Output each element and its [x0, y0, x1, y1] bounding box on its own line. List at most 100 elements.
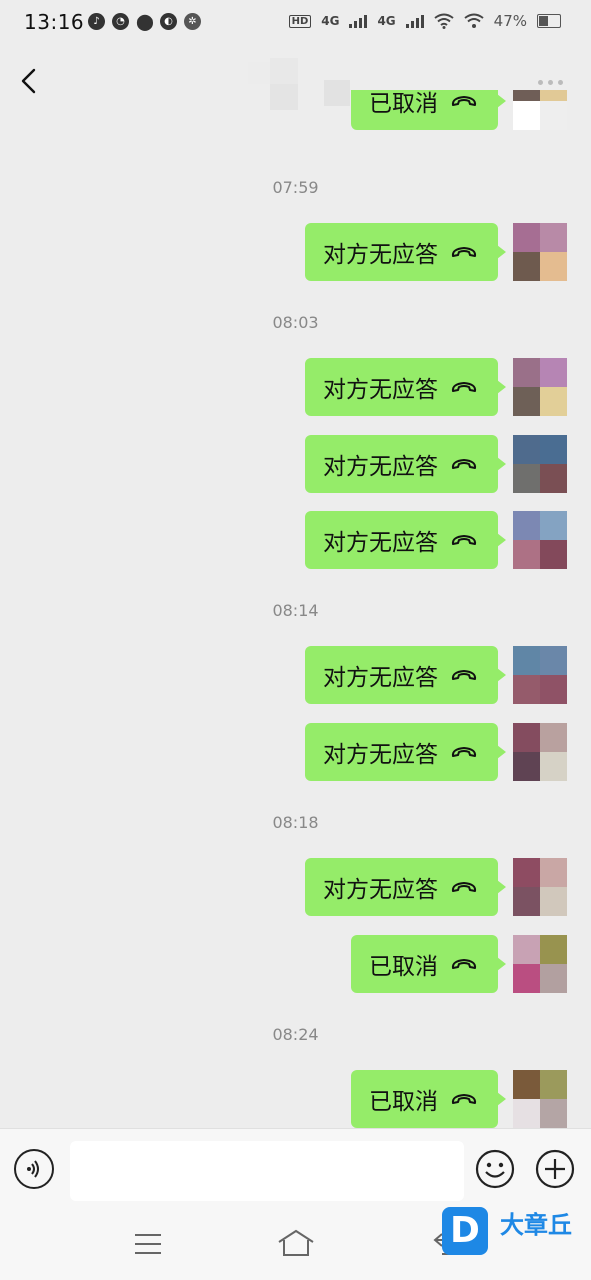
- status-time: 13:16: [24, 10, 85, 34]
- avatar-pixel: [540, 1099, 567, 1128]
- avatar-pixel: [513, 858, 540, 887]
- avatar-pixel: [540, 252, 567, 281]
- hang-up-phone-icon: [451, 882, 477, 892]
- avatar-pixel: [540, 964, 567, 993]
- avatar-pixel: [540, 1070, 567, 1099]
- avatar[interactable]: [513, 723, 567, 781]
- call-record-bubble[interactable]: 对方无应答: [305, 646, 506, 704]
- avatar-pixel: [540, 858, 567, 887]
- call-status-text: 对方无应答: [323, 742, 438, 768]
- hang-up-phone-icon: [451, 459, 477, 469]
- avatar[interactable]: [513, 435, 567, 493]
- battery-percent: 47%: [493, 12, 527, 30]
- avatar-pixel: [513, 646, 540, 675]
- avatar[interactable]: [513, 646, 567, 704]
- avatar-pixel: [513, 675, 540, 704]
- settings-notification-icon: ✲: [184, 13, 201, 30]
- avatar-pixel: [513, 1099, 540, 1128]
- call-record-bubble[interactable]: 对方无应答: [305, 435, 506, 493]
- avatar-pixel: [513, 358, 540, 387]
- avatar-pixel: [513, 435, 540, 464]
- signal-icon-2: [405, 14, 424, 28]
- avatar-pixel: [540, 223, 567, 252]
- avatar-pixel: [540, 435, 567, 464]
- call-status-text: 对方无应答: [323, 877, 438, 903]
- battery-icon: [537, 14, 561, 28]
- call-record-bubble[interactable]: 对方无应答: [305, 223, 506, 281]
- avatar-pixel: [513, 540, 540, 569]
- call-status-text: 已取消: [369, 1089, 438, 1115]
- watermark-logo: D 大章丘: [440, 1205, 590, 1263]
- network-label-2: 4G: [377, 14, 396, 28]
- chat-message-list[interactable]: 已取消 07:59 对方无应答 08:03 对方无应答 对方无应答 对方无应答 08:14 对方…: [0, 90, 591, 1128]
- avatar-pixel: [513, 964, 540, 993]
- wifi-icon-2: [464, 13, 484, 28]
- hang-up-phone-icon: [451, 247, 477, 257]
- avatar-pixel: [540, 723, 567, 752]
- status-bar: 13:16 ♪ ◔ ⬤ ◐ ✲ HD 4G 4G 47%: [0, 0, 591, 44]
- voice-input-button[interactable]: [14, 1149, 54, 1189]
- avatar-pixel: [513, 223, 540, 252]
- avatar-pixel: [540, 935, 567, 964]
- avatar-pixel: [540, 887, 567, 916]
- avatar-pixel: [513, 252, 540, 281]
- avatar-pixel: [513, 1070, 540, 1099]
- timestamp: 08:14: [272, 601, 319, 620]
- avatar[interactable]: [513, 935, 567, 993]
- home-icon[interactable]: [276, 1228, 316, 1258]
- hang-up-phone-icon: [451, 382, 477, 392]
- call-record-bubble[interactable]: 对方无应答: [305, 358, 506, 416]
- timestamp: 08:18: [272, 813, 319, 832]
- hang-up-phone-icon: [451, 670, 477, 680]
- logo-letter: D: [442, 1207, 488, 1255]
- call-record-bubble[interactable]: 对方无应答: [305, 723, 506, 781]
- avatar[interactable]: [513, 358, 567, 416]
- contact-name-blurred: [240, 54, 350, 112]
- plus-icon[interactable]: [535, 1149, 575, 1189]
- avatar-pixel: [540, 511, 567, 540]
- avatar-pixel: [513, 723, 540, 752]
- avatar-pixel: [540, 387, 567, 416]
- avatar-pixel: [513, 887, 540, 916]
- back-chevron-icon[interactable]: [18, 68, 44, 94]
- call-record-bubble[interactable]: 对方无应答: [305, 858, 506, 916]
- avatar-pixel: [513, 464, 540, 493]
- avatar-pixel: [513, 511, 540, 540]
- call-status-text: 已取消: [369, 954, 438, 980]
- avatar-pixel: [540, 540, 567, 569]
- call-record-bubble[interactable]: 已取消: [351, 935, 506, 993]
- avatar-pixel: [540, 752, 567, 781]
- call-status-text: 对方无应答: [323, 377, 438, 403]
- call-status-text: 对方无应答: [323, 454, 438, 480]
- status-indicators: HD 4G 4G 47%: [288, 12, 561, 30]
- call-record-bubble[interactable]: 已取消: [351, 1070, 506, 1128]
- message-text-input[interactable]: [70, 1141, 464, 1201]
- avatar[interactable]: [513, 223, 567, 281]
- call-status-text: 对方无应答: [323, 530, 438, 556]
- menu-icon[interactable]: [134, 1232, 162, 1256]
- location-icon: ⬤: [136, 12, 154, 31]
- avatar[interactable]: [513, 858, 567, 916]
- voice-icon: [27, 1160, 39, 1178]
- logo-name: 大章丘: [500, 1211, 572, 1239]
- emoji-icon[interactable]: [475, 1149, 515, 1189]
- avatar[interactable]: [513, 1070, 567, 1128]
- more-dots-icon[interactable]: [538, 80, 563, 85]
- timestamp: 08:24: [272, 1025, 319, 1044]
- avatar-pixel: [540, 358, 567, 387]
- hang-up-phone-icon: [451, 747, 477, 757]
- call-status-text: 对方无应答: [323, 242, 438, 268]
- avatar-pixel: [540, 464, 567, 493]
- hang-up-phone-icon: [451, 959, 477, 969]
- signal-icon: [349, 14, 368, 28]
- timestamp: 08:03: [272, 313, 319, 332]
- call-record-bubble[interactable]: 对方无应答: [305, 511, 506, 569]
- hd-badge: HD: [288, 14, 312, 28]
- avatar[interactable]: [513, 511, 567, 569]
- timestamp: 07:59: [272, 178, 319, 197]
- network-label-1: 4G: [321, 14, 340, 28]
- call-status-text: 对方无应答: [323, 665, 438, 691]
- wifi-icon: [434, 13, 454, 29]
- input-bar: [0, 1128, 591, 1211]
- avatar-pixel: [540, 675, 567, 704]
